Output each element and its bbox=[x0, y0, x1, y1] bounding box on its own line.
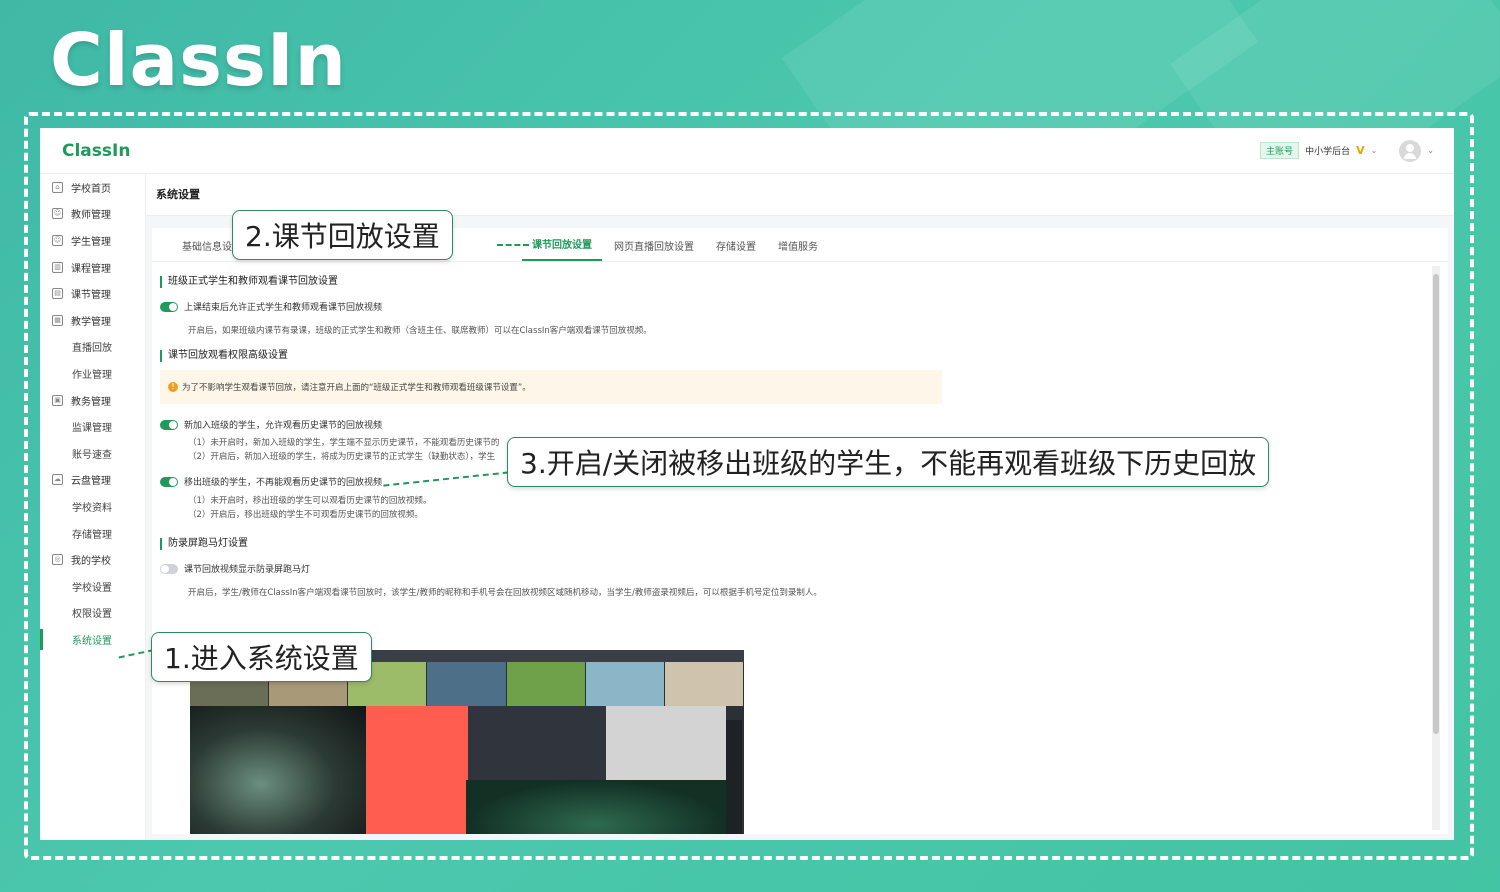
sidebar-item-label: 学生管理 bbox=[71, 236, 111, 248]
description-text: 开启后，学生/教师在ClassIn客户端观看课节回放时，该学生/教师的昵称和手机… bbox=[188, 588, 822, 598]
user-icon: ☺ bbox=[52, 208, 63, 220]
tab[interactable]: 存储设置 bbox=[706, 238, 766, 261]
account-badge: 主账号 bbox=[1260, 142, 1300, 159]
vip-icon: V bbox=[1356, 144, 1365, 157]
sidebar-item-label: 直播回放 bbox=[72, 343, 112, 355]
description-text: （2）开启后，移出班级的学生不可观看历史课节的回放视频。 bbox=[188, 510, 423, 520]
preview-tile bbox=[466, 780, 726, 834]
sidebar-item-label: 系统设置 bbox=[72, 635, 112, 647]
toggle-row: 新加入班级的学生，允许观看历史课节的回放视频 bbox=[160, 418, 382, 431]
affairs-icon: ▣ bbox=[52, 394, 63, 406]
callout-step-1: 1.进入系统设置 bbox=[151, 632, 372, 682]
sidebar-item-label: 监课管理 bbox=[72, 423, 112, 435]
scrollbar[interactable] bbox=[1432, 266, 1440, 830]
sidebar-item[interactable]: 监课管理 bbox=[40, 413, 145, 440]
brand-logo: ClassIn bbox=[50, 18, 347, 102]
preview-tool-strip bbox=[726, 720, 742, 834]
toggle-switch[interactable] bbox=[160, 419, 178, 430]
settings-content: 班级正式学生和教师观看课节回放设置 上课结束后允许正式学生和教师观看课节回放视频… bbox=[160, 266, 1426, 834]
sidebar-item-label: 作业管理 bbox=[72, 369, 112, 381]
section-title: 课节回放观看权限高级设置 bbox=[160, 350, 288, 362]
top-bar: ClassIn 主账号 中小学后台 V ⌄ ⌄ bbox=[40, 128, 1454, 174]
toggle-row: 课节回放视频显示防录屏跑马灯 bbox=[160, 562, 310, 575]
toggle-row: 上课结束后允许正式学生和教师观看课节回放视频 bbox=[160, 300, 382, 313]
toggle-label: 课节回放视频显示防录屏跑马灯 bbox=[184, 565, 311, 575]
sidebar: ⌂ 学校首页 ☺ 教师管理 ☺ 学生管理 ▥ 课程管理 ▤ 课节管理 ▦ 教学管理直播回放作业管理 ▣ 教… bbox=[40, 174, 146, 840]
callout-step-3: 3.开启/关闭被移出班级的学生，不能再观看班级下历史回放 bbox=[507, 437, 1270, 487]
sidebar-item[interactable]: 系统设置 bbox=[40, 626, 145, 653]
sidebar-item-label: 学校设置 bbox=[72, 582, 112, 594]
sidebar-item-label: 账号速查 bbox=[72, 449, 112, 461]
school-icon: ◎ bbox=[52, 554, 63, 566]
sidebar-item-label: 学校首页 bbox=[71, 183, 111, 195]
sidebar-item[interactable]: 账号速查 bbox=[40, 440, 145, 467]
sidebar-item[interactable]: 学校设置 bbox=[40, 573, 145, 600]
sidebar-item-label: 教师管理 bbox=[71, 210, 111, 222]
sidebar-item-label: 教学管理 bbox=[71, 316, 111, 328]
sidebar-item[interactable]: ▣ 教务管理 bbox=[40, 387, 145, 414]
toggle-switch[interactable] bbox=[160, 476, 178, 487]
sidebar-item-label: 学校资料 bbox=[72, 502, 112, 514]
sidebar-item-label: 课节管理 bbox=[71, 290, 111, 302]
lesson-icon: ▤ bbox=[52, 288, 63, 300]
account-area: 主账号 中小学后台 V ⌄ ⌄ bbox=[1260, 139, 1434, 162]
sidebar-item[interactable]: 作业管理 bbox=[40, 360, 145, 387]
sidebar-item[interactable]: 权限设置 bbox=[40, 600, 145, 627]
toggle-switch[interactable] bbox=[160, 301, 178, 312]
section-title: 防录屏跑马灯设置 bbox=[160, 538, 248, 550]
sidebar-item-label: 权限设置 bbox=[72, 609, 112, 621]
sidebar-item[interactable]: ⌂ 学校首页 bbox=[40, 174, 145, 201]
description-text: （1）未开启时，移出班级的学生可以观看历史课节的回放视频。 bbox=[188, 496, 432, 506]
description-text: （1）未开启时，新加入班级的学生，学生端不显示历史课节，不能观看历史课节的 bbox=[188, 438, 500, 448]
toggle-label: 新加入班级的学生，允许观看历史课节的回放视频 bbox=[184, 421, 383, 431]
preview-tile bbox=[366, 706, 468, 834]
notice-text: 为了不影响学生观看课节回放，请注意开启上面的“班级正式学生和教师观看班级课节设置… bbox=[182, 383, 531, 393]
toggle-label: 移出班级的学生，不再能观看历史课节的回放视频 bbox=[184, 478, 383, 488]
teach-icon: ▦ bbox=[52, 314, 63, 326]
avatar[interactable] bbox=[1399, 139, 1422, 162]
sidebar-item[interactable]: 学校资料 bbox=[40, 493, 145, 520]
notice-banner: ! 为了不影响学生观看课节回放，请注意开启上面的“班级正式学生和教师观看班级课节… bbox=[160, 370, 942, 404]
sidebar-item-label: 存储管理 bbox=[72, 529, 112, 541]
sidebar-item-label: 我的学校 bbox=[71, 556, 111, 568]
tab[interactable]: 网页直播回放设置 bbox=[604, 238, 704, 261]
sidebar-item[interactable]: ▤ 课节管理 bbox=[40, 280, 145, 307]
sidebar-item[interactable]: 直播回放 bbox=[40, 334, 145, 361]
sidebar-item[interactable]: ▥ 课程管理 bbox=[40, 254, 145, 281]
callout-step-2: 2.课节回放设置 bbox=[232, 210, 453, 260]
callout-connector bbox=[497, 244, 529, 246]
warning-icon: ! bbox=[168, 382, 178, 392]
description-text: 开启后，如果班级内课节有录课，班级的正式学生和教师（含班主任、联席教师）可以在C… bbox=[188, 326, 652, 336]
sidebar-item[interactable]: ☺ 教师管理 bbox=[40, 201, 145, 228]
tab[interactable]: 课节回放设置 bbox=[522, 236, 602, 261]
grid-icon: ▥ bbox=[52, 261, 63, 273]
toggle-switch[interactable] bbox=[160, 563, 178, 574]
sidebar-item[interactable]: 存储管理 bbox=[40, 520, 145, 547]
sidebar-item[interactable]: ☁ 云盘管理 bbox=[40, 467, 145, 494]
app-logo[interactable]: ClassIn bbox=[62, 141, 130, 161]
description-text: （2）开启后，新加入班级的学生，将成为历史课节的正式学生（缺勤状态），学生 bbox=[188, 452, 496, 462]
cloud-icon: ☁ bbox=[52, 474, 63, 486]
sidebar-item[interactable]: ◎ 我的学校 bbox=[40, 546, 145, 573]
user-icon: ☺ bbox=[52, 234, 63, 246]
sidebar-item-label: 教务管理 bbox=[71, 396, 111, 408]
account-name[interactable]: 中小学后台 bbox=[1305, 144, 1350, 157]
sidebar-item-label: 云盘管理 bbox=[71, 476, 111, 488]
toggle-label: 上课结束后允许正式学生和教师观看课节回放视频 bbox=[184, 303, 383, 313]
sidebar-item-label: 课程管理 bbox=[71, 263, 111, 275]
tab[interactable]: 增值服务 bbox=[768, 238, 828, 261]
scrollbar-thumb[interactable] bbox=[1433, 274, 1439, 734]
sidebar-item[interactable]: ☺ 学生管理 bbox=[40, 227, 145, 254]
chevron-down-icon[interactable]: ⌄ bbox=[1371, 146, 1378, 155]
toggle-row: 移出班级的学生，不再能观看历史课节的回放视频 bbox=[160, 475, 382, 488]
main-area: 系统设置 基础信息设置 课节回放设置 网页直播回放设置 存储设置 增值服务 班级正式学生… bbox=[146, 174, 1454, 840]
home-icon: ⌂ bbox=[52, 181, 63, 193]
section-title: 班级正式学生和教师观看课节回放设置 bbox=[160, 276, 338, 288]
settings-card: 基础信息设置 课节回放设置 网页直播回放设置 存储设置 增值服务 班级正式学生和教师观看… bbox=[152, 228, 1448, 834]
chevron-down-icon[interactable]: ⌄ bbox=[1427, 146, 1434, 155]
preview-tile bbox=[190, 706, 366, 834]
sidebar-item[interactable]: ▦ 教学管理 bbox=[40, 307, 145, 334]
